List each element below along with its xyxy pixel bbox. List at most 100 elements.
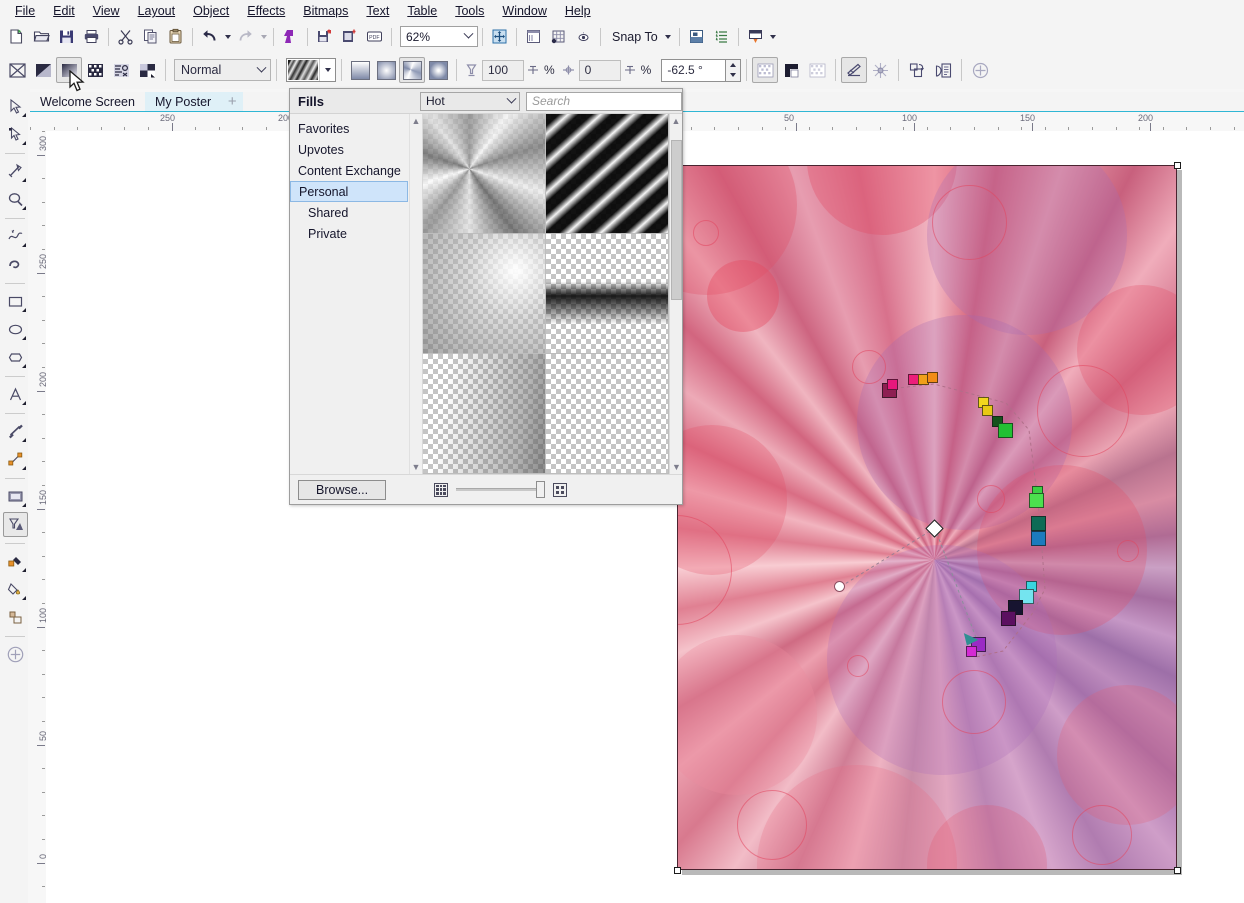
rectangle-tool[interactable]: [3, 289, 28, 314]
fills-category-shared[interactable]: Shared: [290, 202, 408, 223]
pick-tool[interactable]: [3, 94, 28, 119]
fountain-fill-button[interactable]: [56, 57, 82, 83]
rotation-spinner[interactable]: [726, 59, 741, 82]
menu-object[interactable]: Object: [184, 2, 238, 20]
redo-dropdown[interactable]: [258, 25, 269, 49]
flyout-indicator[interactable]: [22, 364, 26, 368]
node-gold[interactable]: [982, 405, 993, 416]
add-tab-button[interactable]: +: [221, 92, 243, 111]
options-button[interactable]: [684, 25, 709, 49]
text-tool[interactable]: [3, 382, 28, 407]
uniform-fill-button[interactable]: [30, 57, 56, 83]
smooth-transition-field[interactable]: 100: [482, 60, 524, 81]
straight-line-connector-tool[interactable]: [3, 447, 28, 472]
flyout-indicator[interactable]: [22, 206, 26, 210]
menu-table[interactable]: Table: [398, 2, 446, 20]
fills-source-arrow[interactable]: [503, 98, 519, 105]
menu-layout[interactable]: Layout: [129, 2, 185, 20]
fills-category-private[interactable]: Private: [290, 223, 408, 244]
tab-my-poster[interactable]: My Poster: [145, 92, 221, 111]
menu-bitmaps[interactable]: Bitmaps: [294, 2, 357, 20]
outline-tool[interactable]: [3, 605, 28, 630]
fill-picker-combo[interactable]: [286, 58, 336, 82]
node-light-green[interactable]: [1029, 493, 1044, 508]
undo-button[interactable]: [197, 25, 222, 49]
export-for-button[interactable]: [337, 25, 362, 49]
undo-dropdown[interactable]: [222, 25, 233, 49]
flyout-indicator[interactable]: [22, 438, 26, 442]
zoom-tool[interactable]: [3, 187, 28, 212]
flyout-indicator[interactable]: [22, 308, 26, 312]
print-document-button[interactable]: [79, 25, 104, 49]
poster-gradient-artwork[interactable]: [677, 165, 1177, 870]
chevron-up-icon[interactable]: ▲: [412, 114, 421, 128]
vertical-ruler[interactable]: 300250200150100500: [28, 131, 46, 903]
rotation-field[interactable]: -62.5 °: [661, 59, 726, 82]
flyout-indicator[interactable]: [22, 596, 26, 600]
rectangular-gradient-button[interactable]: [425, 57, 451, 83]
flyout-indicator[interactable]: [22, 178, 26, 182]
wrap-text-button[interactable]: [930, 57, 956, 83]
redo-button[interactable]: [233, 25, 258, 49]
merge-mode-combo[interactable]: Normal: [174, 59, 271, 81]
add-node-button[interactable]: [967, 57, 993, 83]
full-screen-preview-button[interactable]: [521, 25, 546, 49]
snap-to-button[interactable]: Snap To: [605, 25, 675, 49]
texture-fill-button[interactable]: [108, 57, 134, 83]
menu-file[interactable]: File: [6, 2, 44, 20]
zoom-combo-arrow[interactable]: [460, 27, 477, 46]
menu-view[interactable]: View: [84, 2, 129, 20]
small-thumbnails-icon[interactable]: [434, 483, 448, 497]
paste-button[interactable]: [163, 25, 188, 49]
application-launcher-button[interactable]: [743, 25, 768, 49]
copy-button[interactable]: [138, 25, 163, 49]
tab-welcome-screen[interactable]: Welcome Screen: [30, 92, 145, 111]
fill-thumbnail-diagonal-stripes[interactable]: [546, 114, 669, 234]
interactive-fill-tool[interactable]: [3, 512, 28, 537]
node-dark-purple[interactable]: [1001, 611, 1016, 626]
flyout-indicator[interactable]: [22, 113, 26, 117]
fills-category-content-exchange[interactable]: Content Exchange: [290, 160, 408, 181]
flyout-indicator[interactable]: [22, 401, 26, 405]
chevron-up-icon[interactable]: ▲: [670, 114, 682, 128]
flyout-indicator[interactable]: [22, 243, 26, 247]
parallel-dimension-tool[interactable]: [3, 419, 28, 444]
copy-fill-properties-button[interactable]: [904, 57, 930, 83]
merge-mode-arrow[interactable]: [252, 67, 270, 74]
flyout-indicator[interactable]: [22, 568, 26, 572]
fills-search-input[interactable]: Search: [526, 92, 682, 111]
pattern-fill-button[interactable]: [82, 57, 108, 83]
view-manager-button[interactable]: [571, 25, 596, 49]
node-bright-green[interactable]: [998, 423, 1013, 438]
fills-category-scrollbar[interactable]: ▲ ▼: [409, 114, 422, 474]
flyout-indicator[interactable]: [22, 466, 26, 470]
zoom-level-combo[interactable]: 62%: [400, 26, 478, 47]
reverse-fill-button[interactable]: [804, 57, 830, 83]
freehand-tool[interactable]: [3, 224, 28, 249]
ellipse-tool[interactable]: [3, 317, 28, 342]
menu-help[interactable]: Help: [556, 2, 600, 20]
artistic-media-tool[interactable]: [3, 252, 28, 277]
menu-edit[interactable]: Edit: [44, 2, 84, 20]
edit-fill-button[interactable]: [841, 57, 867, 83]
menu-text[interactable]: Text: [357, 2, 398, 20]
node-teal[interactable]: [1031, 516, 1046, 531]
fills-category-favorites[interactable]: Favorites: [290, 118, 408, 139]
fill-picker-arrow[interactable]: [319, 59, 335, 81]
fill-tool[interactable]: [3, 577, 28, 602]
node-orange[interactable]: [927, 372, 938, 383]
node-blue[interactable]: [1031, 531, 1046, 546]
no-fill-button[interactable]: [4, 57, 30, 83]
browse-button[interactable]: Browse...: [298, 480, 386, 500]
smooth-stepper-icon[interactable]: [526, 63, 540, 77]
chevron-down-icon[interactable]: ▼: [670, 460, 683, 474]
mirror-fill-button[interactable]: [752, 57, 778, 83]
node-pink[interactable]: [887, 379, 898, 390]
quick-customize-button[interactable]: [3, 642, 28, 667]
linear-gradient-button[interactable]: [347, 57, 373, 83]
object-manager-button[interactable]: [709, 25, 734, 49]
shape-tool[interactable]: [3, 122, 28, 147]
menu-window[interactable]: Window: [493, 2, 555, 20]
polygon-tool[interactable]: [3, 345, 28, 370]
fill-thumbnail-horizontal-fade[interactable]: [546, 234, 669, 354]
